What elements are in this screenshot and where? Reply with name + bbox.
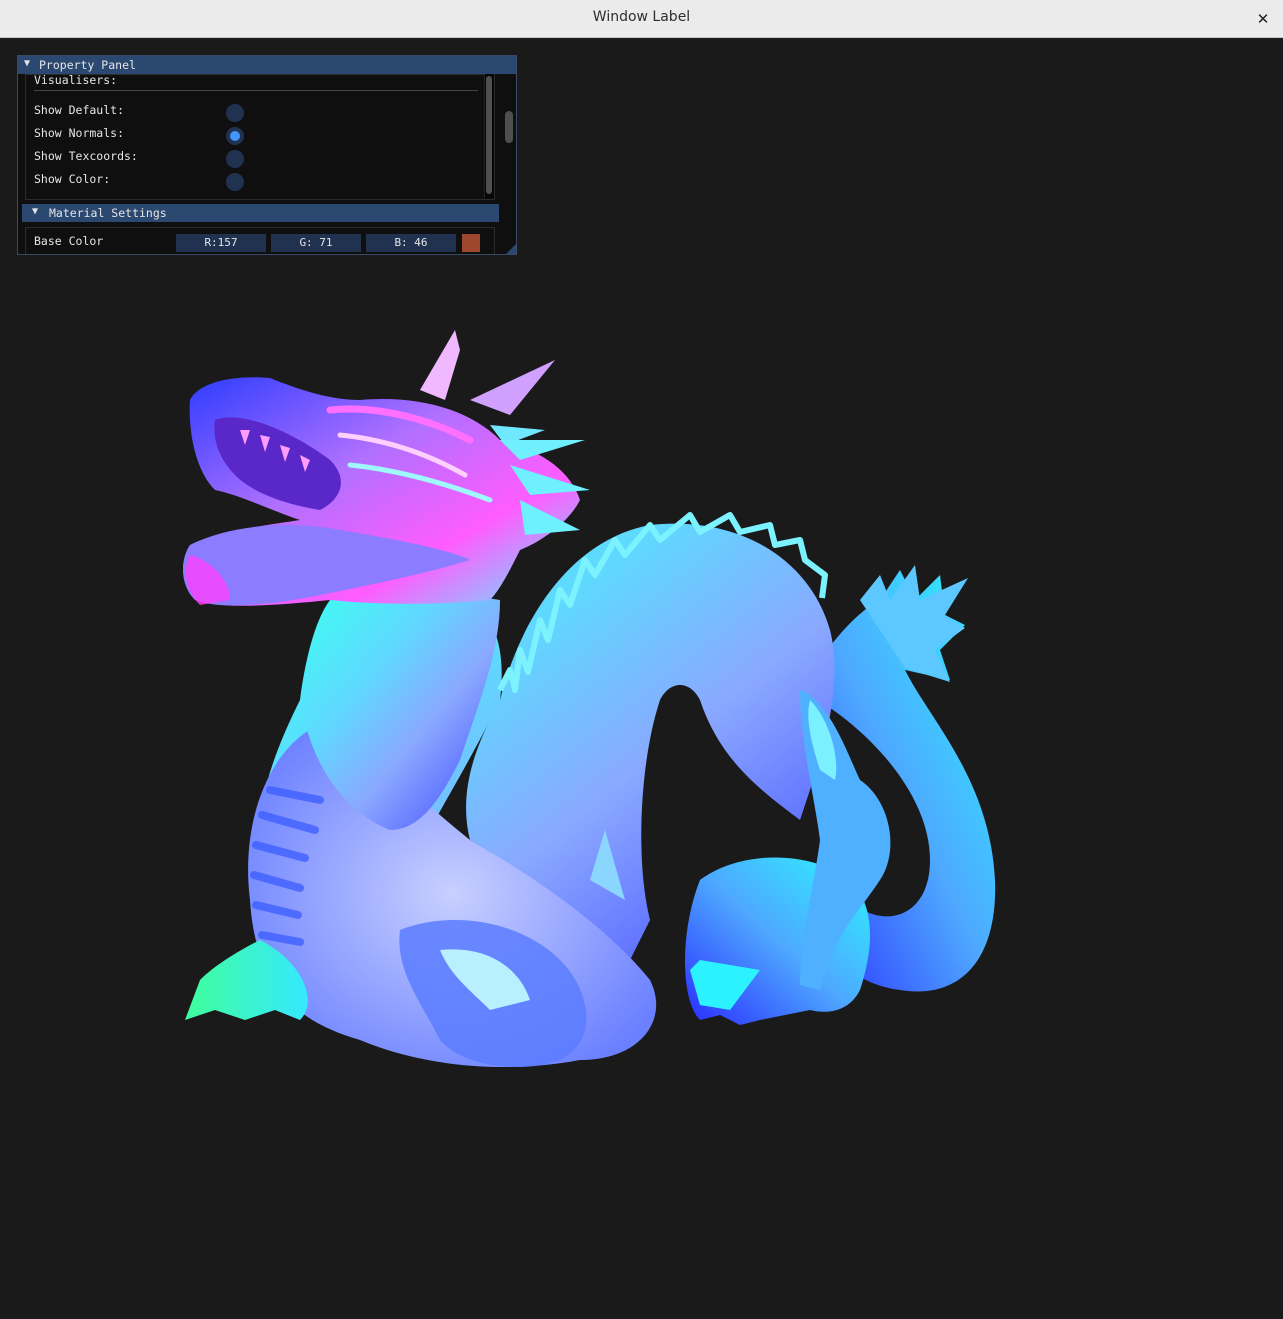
visualisers-section: Visualisers: Show Default: Show Normals:… [25, 74, 495, 200]
property-panel-titlebar[interactable]: ▼ Property Panel [18, 56, 516, 74]
show-color-label: Show Color: [34, 172, 111, 186]
close-icon[interactable]: ✕ [1253, 9, 1273, 29]
show-normals-label: Show Normals: [34, 126, 125, 140]
base-color-g-field[interactable]: G: 71 [271, 234, 361, 252]
resize-grip-icon[interactable] [506, 244, 516, 254]
show-default-radio[interactable] [226, 104, 244, 122]
radio-selected-dot [230, 131, 240, 141]
material-settings-section: Base Color R:157 G: 71 B: 46 [25, 227, 495, 254]
visualisers-scrollbar[interactable] [484, 74, 494, 198]
material-settings-header[interactable]: ▼ Material Settings [22, 204, 499, 222]
window-titlebar[interactable]: Window Label ✕ [0, 0, 1283, 38]
collapse-triangle-icon[interactable]: ▼ [32, 206, 38, 217]
visualisers-separator [34, 90, 478, 91]
show-texcoords-radio[interactable] [226, 150, 244, 168]
panel-scrollbar[interactable] [504, 111, 514, 254]
base-color-b-field[interactable]: B: 46 [366, 234, 456, 252]
base-color-r-field[interactable]: R:157 [176, 234, 266, 252]
visualisers-scrollbar-thumb[interactable] [486, 76, 492, 194]
panel-scrollbar-thumb[interactable] [505, 111, 513, 143]
show-texcoords-label: Show Texcoords: [34, 149, 138, 163]
window-title: Window Label [592, 9, 691, 25]
base-color-swatch[interactable] [462, 234, 480, 252]
visualisers-heading: Visualisers: [34, 74, 118, 87]
base-color-label: Base Color [34, 234, 104, 248]
show-color-radio[interactable] [226, 173, 244, 191]
property-panel[interactable]: ▼ Property Panel Visualisers: Show Defau… [17, 55, 517, 255]
property-panel-title: Property Panel [39, 58, 136, 72]
show-normals-radio[interactable] [226, 127, 244, 145]
show-default-label: Show Default: [34, 103, 125, 117]
material-settings-title: Material Settings [49, 206, 167, 220]
collapse-triangle-icon[interactable]: ▼ [24, 58, 30, 69]
